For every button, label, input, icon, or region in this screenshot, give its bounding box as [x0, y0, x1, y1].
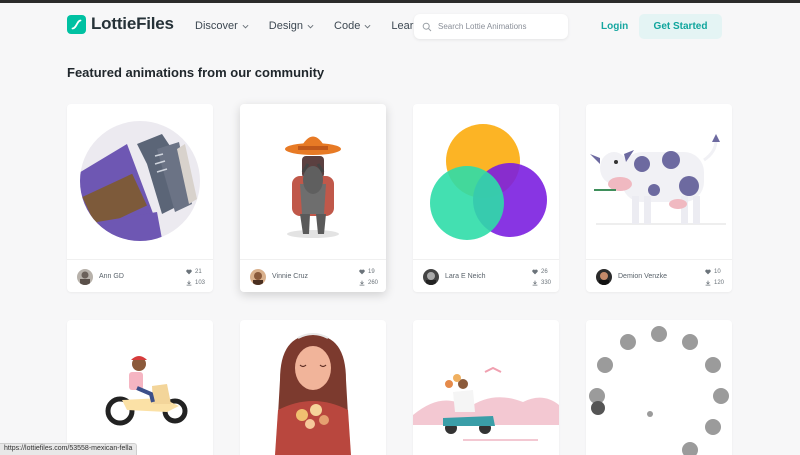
- heart-icon: [359, 269, 365, 274]
- likes-count: 26: [540, 268, 548, 275]
- download-icon: [359, 280, 365, 285]
- nav-design-label: Design: [268, 20, 304, 32]
- card-stats: 26 330: [532, 266, 551, 288]
- search-box[interactable]: [414, 14, 568, 39]
- animation-card[interactable]: Ann GD 21 103: [67, 104, 213, 292]
- animation-preview-cow: [590, 134, 726, 225]
- search-input[interactable]: [438, 22, 558, 31]
- download-icon: [186, 280, 192, 285]
- animation-preview-loading-spinner: [589, 326, 729, 455]
- author-name[interactable]: Lara E Neich: [445, 273, 485, 280]
- card-stats: 19 260: [359, 266, 378, 288]
- animation-card[interactable]: Vinnie Cruz 19 260: [240, 104, 386, 292]
- chevron-down-icon: [307, 24, 314, 28]
- heart-icon: [705, 269, 711, 274]
- download-icon: [532, 280, 538, 285]
- animation-preview-color-circles: [430, 124, 547, 240]
- downloads-count: 120: [713, 279, 724, 286]
- brand-logo[interactable]: LottieFiles: [67, 14, 174, 34]
- animation-preview-shoes: [80, 121, 200, 241]
- card-footer: Vinnie Cruz 19 260: [240, 259, 386, 292]
- status-bar-url: https://lottiefiles.com/53558-mexican-fe…: [0, 443, 138, 455]
- downloads-count: 103: [194, 279, 205, 286]
- card-footer: Lara E Neich 26 330: [413, 259, 559, 292]
- author-avatar[interactable]: [596, 269, 612, 285]
- login-link[interactable]: Login: [601, 21, 628, 32]
- likes-count: 21: [194, 268, 202, 275]
- nav-discover-label: Discover: [195, 20, 238, 32]
- downloads-count: 330: [540, 279, 551, 286]
- author-name[interactable]: Demion Venzke: [618, 273, 667, 280]
- chevron-down-icon: [242, 24, 249, 28]
- nav-design[interactable]: Design: [269, 20, 314, 32]
- animation-preview-scooter-rider: [105, 356, 188, 426]
- heart-icon: [186, 269, 192, 274]
- heart-icon: [532, 269, 538, 274]
- get-started-button[interactable]: Get Started: [639, 14, 722, 39]
- author-name[interactable]: Vinnie Cruz: [272, 273, 308, 280]
- main-nav: Discover Design Code Learn: [195, 20, 450, 32]
- likes-count: 19: [367, 268, 375, 275]
- section-title: Featured animations from our community: [67, 65, 325, 80]
- animation-card[interactable]: [413, 320, 559, 455]
- nav-code[interactable]: Code: [334, 20, 371, 32]
- animation-preview-pink-scooter: [413, 366, 559, 441]
- animation-preview-woman-flowers: [275, 333, 351, 455]
- animation-card[interactable]: [67, 320, 213, 455]
- brand-name: LottieFiles: [91, 14, 174, 33]
- download-icon: [705, 280, 711, 285]
- site-header: LottieFiles Discover Design Code Learn L…: [0, 3, 800, 49]
- likes-count: 10: [713, 268, 721, 275]
- lottie-logo-icon: [67, 14, 86, 34]
- downloads-count: 260: [367, 279, 378, 286]
- author-avatar[interactable]: [423, 269, 439, 285]
- animation-card[interactable]: [586, 320, 732, 455]
- author-name[interactable]: Ann GD: [99, 273, 124, 280]
- author-avatar[interactable]: [250, 269, 266, 285]
- animation-card[interactable]: Demion Venzke 10 120: [586, 104, 732, 292]
- card-footer: Demion Venzke 10 120: [586, 259, 732, 292]
- animation-preview-mexican-fella: [285, 136, 341, 238]
- nav-discover[interactable]: Discover: [195, 20, 249, 32]
- chevron-down-icon: [364, 24, 371, 28]
- nav-code-label: Code: [334, 20, 361, 32]
- search-icon: [422, 22, 432, 31]
- animation-card[interactable]: Lara E Neich 26 330: [413, 104, 559, 292]
- card-stats: 10 120: [705, 266, 724, 288]
- author-avatar[interactable]: [77, 269, 93, 285]
- animation-card[interactable]: [240, 320, 386, 455]
- card-stats: 21 103: [186, 266, 205, 288]
- card-footer: Ann GD 21 103: [67, 259, 213, 292]
